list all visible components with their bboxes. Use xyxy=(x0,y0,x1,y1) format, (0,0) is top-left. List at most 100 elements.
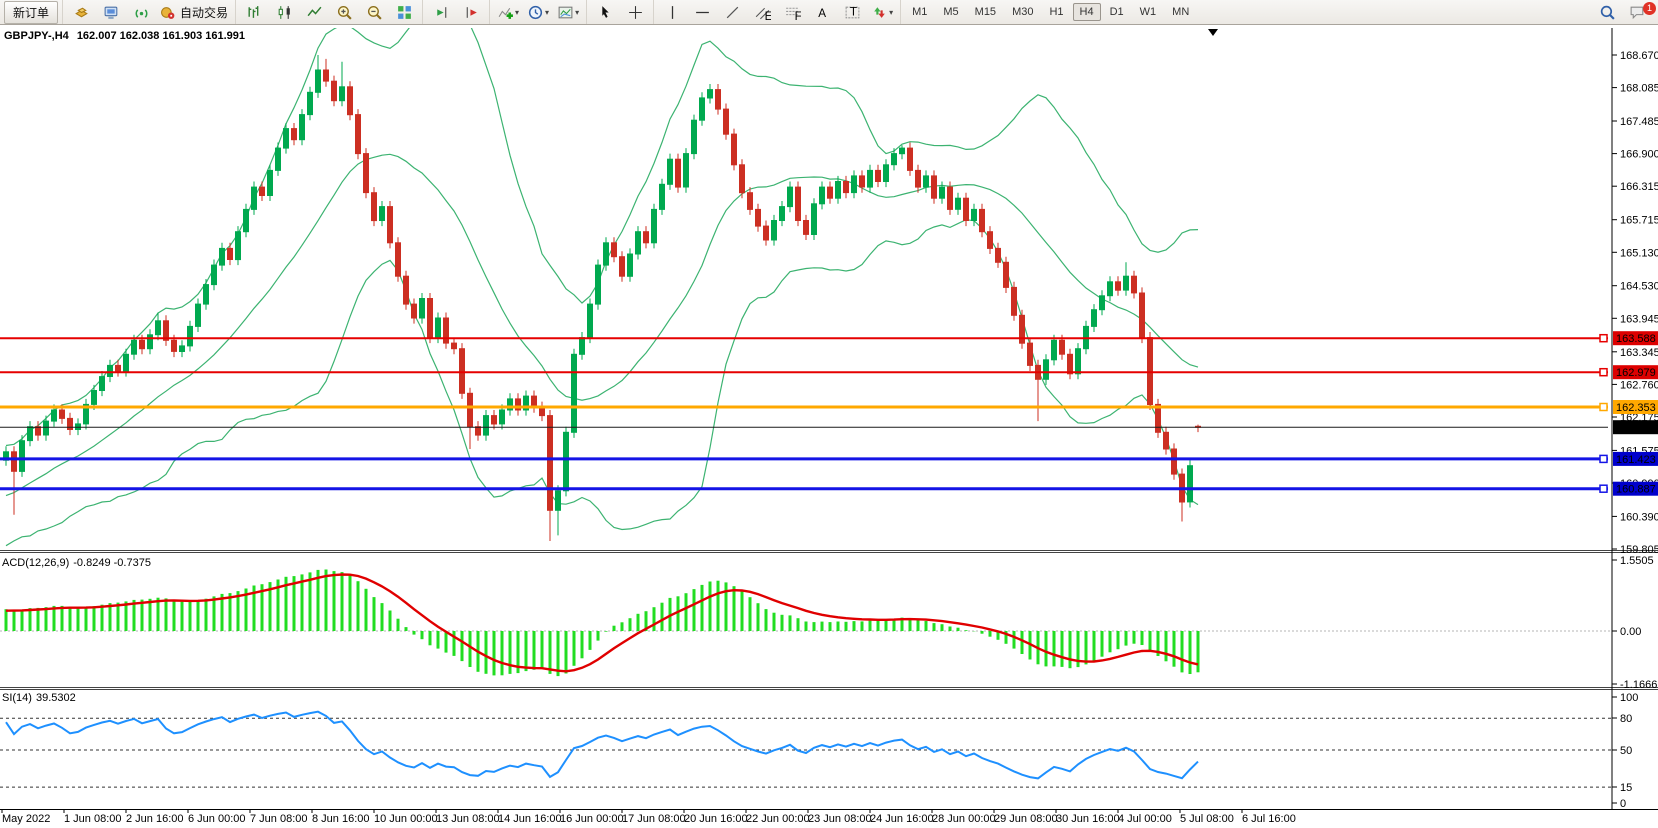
svg-text:22 Jun 00:00: 22 Jun 00:00 xyxy=(746,813,810,825)
svg-text:80: 80 xyxy=(1620,713,1632,725)
templates-icon xyxy=(557,4,574,21)
chart-shift-icon xyxy=(463,4,480,21)
templates-icon-button[interactable]: ▾ xyxy=(554,1,582,24)
tile-windows-icon xyxy=(396,4,413,21)
svg-text:6 Jul 16:00: 6 Jul 16:00 xyxy=(1242,813,1296,825)
chevron-down-icon[interactable]: ▾ xyxy=(889,8,893,17)
candlestick-chart-icon-button[interactable] xyxy=(270,1,298,24)
timeframe-h1-button[interactable]: H1 xyxy=(1042,3,1070,21)
svg-text:1 Jun 08:00: 1 Jun 08:00 xyxy=(64,813,122,825)
level-marker[interactable] xyxy=(1600,485,1607,492)
svg-text:2 Jun 16:00: 2 Jun 16:00 xyxy=(126,813,184,825)
chart-canvas[interactable]: 168.670168.085167.485166.900166.315165.7… xyxy=(0,0,1658,828)
cursor-icon-button[interactable] xyxy=(591,1,619,24)
line-chart-icon-button[interactable] xyxy=(300,1,328,24)
svg-text:A: A xyxy=(818,6,826,19)
svg-text:168.085: 168.085 xyxy=(1620,83,1658,95)
chevron-down-icon[interactable]: ▾ xyxy=(545,8,549,17)
svg-text:162.760: 162.760 xyxy=(1620,379,1658,391)
svg-text:16 Jun 00:00: 16 Jun 00:00 xyxy=(560,813,624,825)
text-icon-button[interactable]: A xyxy=(808,1,836,24)
toolbar-group xyxy=(422,0,489,24)
crosshair-icon-button[interactable] xyxy=(621,1,649,24)
gold-ingot-icon-button[interactable] xyxy=(67,1,95,24)
svg-text:165.715: 165.715 xyxy=(1620,215,1658,227)
arrows-icon-button[interactable]: ▾ xyxy=(868,1,896,24)
fibonacci-icon-button[interactable]: F xyxy=(778,1,806,24)
horizontal-line-icon xyxy=(694,4,711,21)
level-marker[interactable] xyxy=(1600,369,1607,376)
svg-text:163.945: 163.945 xyxy=(1620,313,1658,325)
svg-text:166.900: 166.900 xyxy=(1620,149,1658,161)
signal-icon-button[interactable] xyxy=(127,1,155,24)
svg-text:1.5505: 1.5505 xyxy=(1620,555,1654,567)
timeframe-m1-button[interactable]: M1 xyxy=(905,3,934,21)
timeframe-m30-button[interactable]: M30 xyxy=(1005,3,1040,21)
svg-text:165.130: 165.130 xyxy=(1620,247,1658,259)
search-icon-button[interactable] xyxy=(1593,1,1621,24)
trendline-icon-button[interactable] xyxy=(718,1,746,24)
tile-windows-icon-button[interactable] xyxy=(390,1,418,24)
bar-chart-icon xyxy=(246,4,263,21)
timeframe-h4-button[interactable]: H4 xyxy=(1073,3,1101,21)
signal-icon xyxy=(133,4,150,21)
chart-ohlc-title: GBPJPY-,H4162.007 162.038 161.903 161.99… xyxy=(4,30,245,42)
svg-text:163.588: 163.588 xyxy=(1616,333,1656,345)
toolbar-group xyxy=(586,0,653,24)
chart-shift-icon-button[interactable] xyxy=(457,1,485,24)
svg-text:20 Jun 16:00: 20 Jun 16:00 xyxy=(684,813,748,825)
svg-text:161.423: 161.423 xyxy=(1616,454,1656,466)
timeframe-mn-button[interactable]: MN xyxy=(1165,3,1196,21)
level-marker[interactable] xyxy=(1600,404,1607,411)
svg-text:30 Jun 16:00: 30 Jun 16:00 xyxy=(1056,813,1120,825)
svg-text:50: 50 xyxy=(1620,745,1632,757)
timeframe-d1-button[interactable]: D1 xyxy=(1103,3,1131,21)
bar-chart-icon-button[interactable] xyxy=(240,1,268,24)
chevron-down-icon[interactable]: ▾ xyxy=(515,8,519,17)
auto-trading-button[interactable]: 自动交易 xyxy=(157,1,231,24)
svg-text:24 Jun 16:00: 24 Jun 16:00 xyxy=(870,813,934,825)
zoom-out-icon-button[interactable] xyxy=(360,1,388,24)
svg-text:28 Jun 00:00: 28 Jun 00:00 xyxy=(932,813,996,825)
svg-text:166.315: 166.315 xyxy=(1620,181,1658,193)
equidistant-channel-icon-button[interactable]: E xyxy=(748,1,776,24)
auto-scroll-icon-button[interactable] xyxy=(427,1,455,24)
new-order-button[interactable]: 新订单 xyxy=(4,1,58,24)
toolbar-group: ▾ ▾ ▾ xyxy=(489,0,586,24)
timeframe-m15-button[interactable]: M15 xyxy=(968,3,1003,21)
timeframe-group: M1M5M15M30H1H4D1W1MN xyxy=(900,0,1200,24)
periods-icon xyxy=(527,4,544,21)
level-marker[interactable] xyxy=(1600,335,1607,342)
svg-text:162.979: 162.979 xyxy=(1616,367,1656,379)
svg-text:100: 100 xyxy=(1620,692,1638,704)
timeframe-w1-button[interactable]: W1 xyxy=(1133,3,1164,21)
main-toolbar: 新订单 自动交易 ▾ ▾ ▾ E F A T ▾ M1M5M15M30H1H4D1W1MN 1 xyxy=(0,0,1658,25)
svg-text:F: F xyxy=(794,9,800,20)
text-label-icon-button[interactable]: T xyxy=(838,1,866,24)
svg-text:E: E xyxy=(764,9,770,20)
level-marker[interactable] xyxy=(1600,455,1607,462)
svg-text:14 Jun 16:00: 14 Jun 16:00 xyxy=(498,813,562,825)
chat-icon-button[interactable]: 1 xyxy=(1623,1,1651,24)
timeframe-m5-button[interactable]: M5 xyxy=(936,3,965,21)
svg-text:164.530: 164.530 xyxy=(1620,281,1658,293)
toolbar-group xyxy=(235,0,422,24)
text-icon: A xyxy=(814,4,831,21)
terminal-icon-button[interactable] xyxy=(97,1,125,24)
indicators-icon xyxy=(497,4,514,21)
toolbar-group: 新订单 xyxy=(0,0,62,24)
horizontal-line-icon-button[interactable] xyxy=(688,1,716,24)
equidistant-channel-icon: E xyxy=(754,4,771,21)
chevron-down-icon[interactable]: ▾ xyxy=(575,8,579,17)
svg-text:15: 15 xyxy=(1620,782,1632,794)
vertical-line-icon-button[interactable] xyxy=(658,1,686,24)
chart-background[interactable] xyxy=(0,25,1658,828)
zoom-in-icon-button[interactable] xyxy=(330,1,358,24)
indicators-icon-button[interactable]: ▾ xyxy=(494,1,522,24)
svg-text:0.00: 0.00 xyxy=(1620,626,1641,638)
periods-icon-button[interactable]: ▾ xyxy=(524,1,552,24)
text-label-icon: T xyxy=(844,4,861,21)
gold-ingot-icon xyxy=(73,4,90,21)
cursor-icon xyxy=(597,4,614,21)
svg-text:163.345: 163.345 xyxy=(1620,347,1658,359)
